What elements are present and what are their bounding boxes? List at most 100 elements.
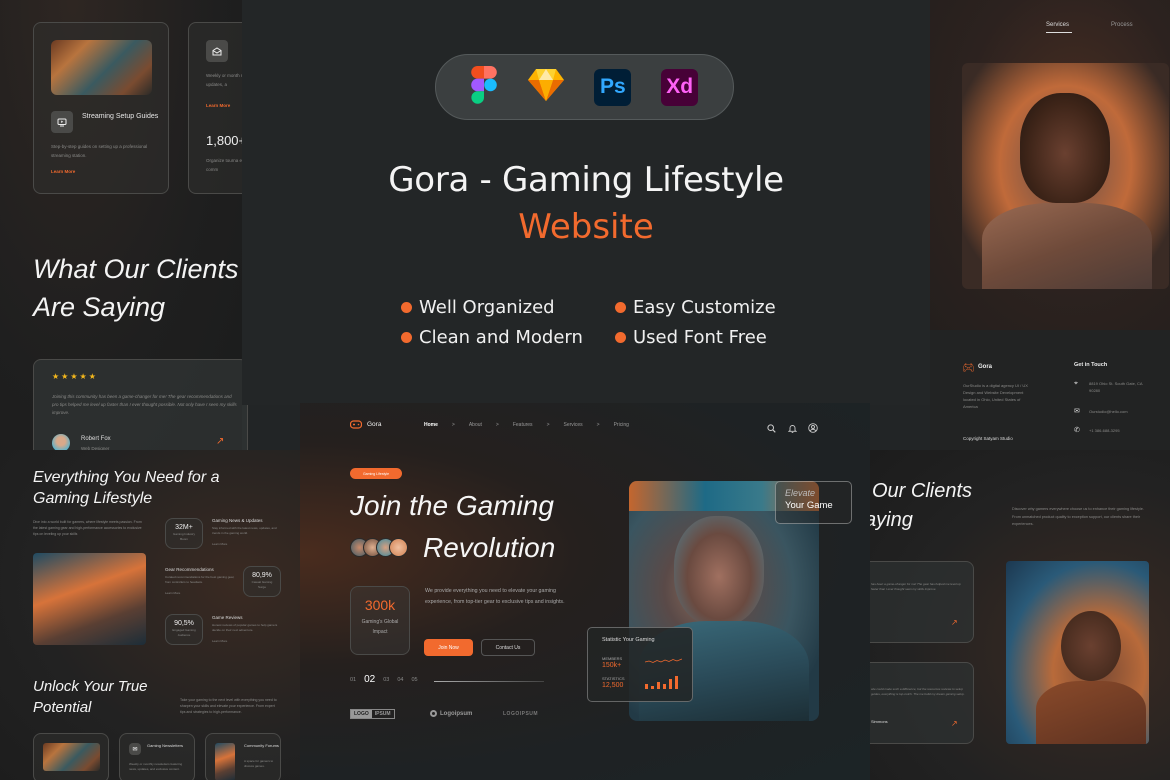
bullet-icon <box>401 302 412 313</box>
page-item[interactable]: 05 <box>412 677 418 683</box>
services-preview-panel: Streaming Setup Guides Step-by-step guid… <box>0 0 262 459</box>
feature-item: Gear Recommendations Curated recommendat… <box>165 567 240 596</box>
stat-label: Casual Gaming Surge <box>251 580 273 589</box>
widget-title: Statistic Your Gaming <box>602 637 655 643</box>
tab-services[interactable]: Services <box>1046 22 1069 28</box>
statistics-label: STATISTICS <box>602 676 625 681</box>
page-item[interactable]: 01 <box>350 677 356 683</box>
portrait-face <box>1020 93 1110 203</box>
testimonials-description: Discover why gamers everywhere choose us… <box>1012 507 1144 526</box>
impact-stat-card: 300k Gaming's Global Impact <box>350 586 410 655</box>
bullet-icon <box>401 332 412 343</box>
gamers-photo <box>51 40 152 95</box>
page-item[interactable]: 04 <box>397 677 403 683</box>
feature-label: Used Font Free <box>633 327 767 348</box>
feature-desc: Curated recommendations for the best gam… <box>165 575 235 584</box>
review-text: has been a game-changer for me! The gear… <box>871 582 961 591</box>
review-card: site could make such a difference, but t… <box>860 662 974 744</box>
heading-line-1: Our Clients <box>872 480 973 502</box>
stat-bar <box>645 684 648 689</box>
feature-item: Gaming News & Updates Stay informed with… <box>212 518 284 547</box>
review-card: ★★★★★ Joining this community has been a … <box>33 359 248 459</box>
footer-address: 8819 Ohio St. South Gate, CA 90280 <box>1089 381 1143 393</box>
page-item[interactable]: 03 <box>383 677 389 683</box>
statistics-bar-chart <box>645 676 681 689</box>
learn-more-link[interactable]: Learn More <box>206 103 230 108</box>
nav-pricing[interactable]: Pricing <box>614 422 629 428</box>
showcase-canvas: Streaming Setup Guides Step-by-step guid… <box>0 0 1170 780</box>
slide-progress-line <box>434 681 544 682</box>
feature-title: Gear Recommendations <box>165 567 214 572</box>
learn-more-link[interactable]: Learn More <box>212 541 284 547</box>
page-item-active[interactable]: 02 <box>364 674 375 685</box>
arrow-up-right-icon[interactable]: ↗ <box>951 719 958 728</box>
stat-value: 90,5% <box>174 620 194 627</box>
sketch-icon <box>527 68 565 107</box>
gamers-photo <box>43 743 100 771</box>
testimonials-heading: Our Clients aying <box>865 477 973 535</box>
statistics-widget: Statistic Your Gaming MEMBERS 150k+ STAT… <box>587 627 693 702</box>
footer-email[interactable]: Ourstudio@hello.com <box>1089 409 1128 415</box>
elevate-line-2: Your Game <box>785 500 833 511</box>
feature-desc: Honest reviews of popular games to help … <box>212 623 278 632</box>
nav-features[interactable]: Features <box>513 422 533 428</box>
hero-description: We provide everything you need to elevat… <box>425 588 565 605</box>
stat-bar <box>675 676 678 689</box>
bell-icon[interactable] <box>787 420 798 438</box>
unlock-card: ✉ Gaming Newsletters Weekly or monthly n… <box>119 733 195 780</box>
unlock-description: Take your gaming to the next level with … <box>180 698 277 714</box>
impact-stat-label: Gaming's Global Impact <box>361 619 399 635</box>
impact-stat-value: 300k <box>364 597 396 613</box>
feature-card-streaming: Streaming Setup Guides Step-by-step guid… <box>33 22 169 194</box>
active-tab-underline <box>1046 32 1072 33</box>
arrow-up-right-icon[interactable]: ↗ <box>951 618 958 627</box>
statistics-value: 12,500 <box>602 682 624 689</box>
stat-label: Gaming Industry Boom <box>172 532 195 541</box>
learn-more-link[interactable]: Learn More <box>51 169 75 174</box>
features-heading: Everything You Need for a Gaming Lifesty… <box>33 467 220 509</box>
stat-value: 32M+ <box>175 524 193 531</box>
card-title: Community Forums <box>244 743 279 748</box>
brand-name[interactable]: Gora <box>367 421 381 428</box>
testimonials-preview-panel: Our Clients aying Discover why gamers ev… <box>860 450 1170 780</box>
nav-about[interactable]: About <box>469 422 482 428</box>
portrait-hoodie <box>982 203 1152 289</box>
stat-value: 80,9% <box>252 572 272 579</box>
photo-shirt <box>1036 681 1146 744</box>
join-now-button[interactable]: Join Now <box>424 639 473 656</box>
gamer-portrait-photo <box>962 63 1169 289</box>
feature-item: Easy Customize <box>615 297 776 318</box>
review-text: site could make such a difference, but t… <box>871 687 965 696</box>
gamer-photo <box>215 743 235 780</box>
mail-icon: ✉ <box>1074 408 1080 415</box>
learn-more-link[interactable]: Learn More <box>212 638 284 644</box>
gamepad-icon: 🎮︎ <box>962 363 975 374</box>
bullet-icon <box>615 332 626 343</box>
community-avatars <box>350 538 408 557</box>
feature-title: Game Reviews <box>212 615 243 620</box>
gamepad-logo-icon <box>349 420 363 431</box>
mail-open-icon <box>206 40 228 62</box>
nav-separator: > <box>495 422 499 428</box>
stat-bar <box>651 686 654 689</box>
adobe-xd-icon: Xd <box>661 68 699 106</box>
nav-home[interactable]: Home <box>424 422 438 428</box>
feature-desc: Stay informed with the latest news, upda… <box>212 526 277 535</box>
user-profile-icon[interactable] <box>808 420 818 438</box>
contact-us-button[interactable]: Contact Us <box>481 639 535 656</box>
elevate-card: Elevate Your Game <box>775 481 852 524</box>
footer-phone[interactable]: +1 386-688-3295 <box>1089 428 1120 434</box>
reviewer-name: Robert Fox <box>81 436 111 442</box>
slide-pagination: 01 02 03 04 05 <box>350 674 418 685</box>
card-desc: A space for gamers to discuss games. <box>244 759 274 768</box>
search-icon[interactable] <box>767 420 776 438</box>
members-trend-line <box>645 658 682 663</box>
learn-more-link[interactable]: Learn More <box>165 590 240 596</box>
arrow-up-right-icon[interactable]: ↗ <box>216 436 224 447</box>
nav-services[interactable]: Services <box>563 422 582 428</box>
feature-item: Used Font Free <box>615 327 767 348</box>
heading-line-1: Everything You Need for a <box>33 469 220 486</box>
card-title: Gaming Newsletters <box>147 743 184 748</box>
tab-process[interactable]: Process <box>1111 22 1133 28</box>
heading-line-1: Unlock Your True <box>33 678 148 695</box>
